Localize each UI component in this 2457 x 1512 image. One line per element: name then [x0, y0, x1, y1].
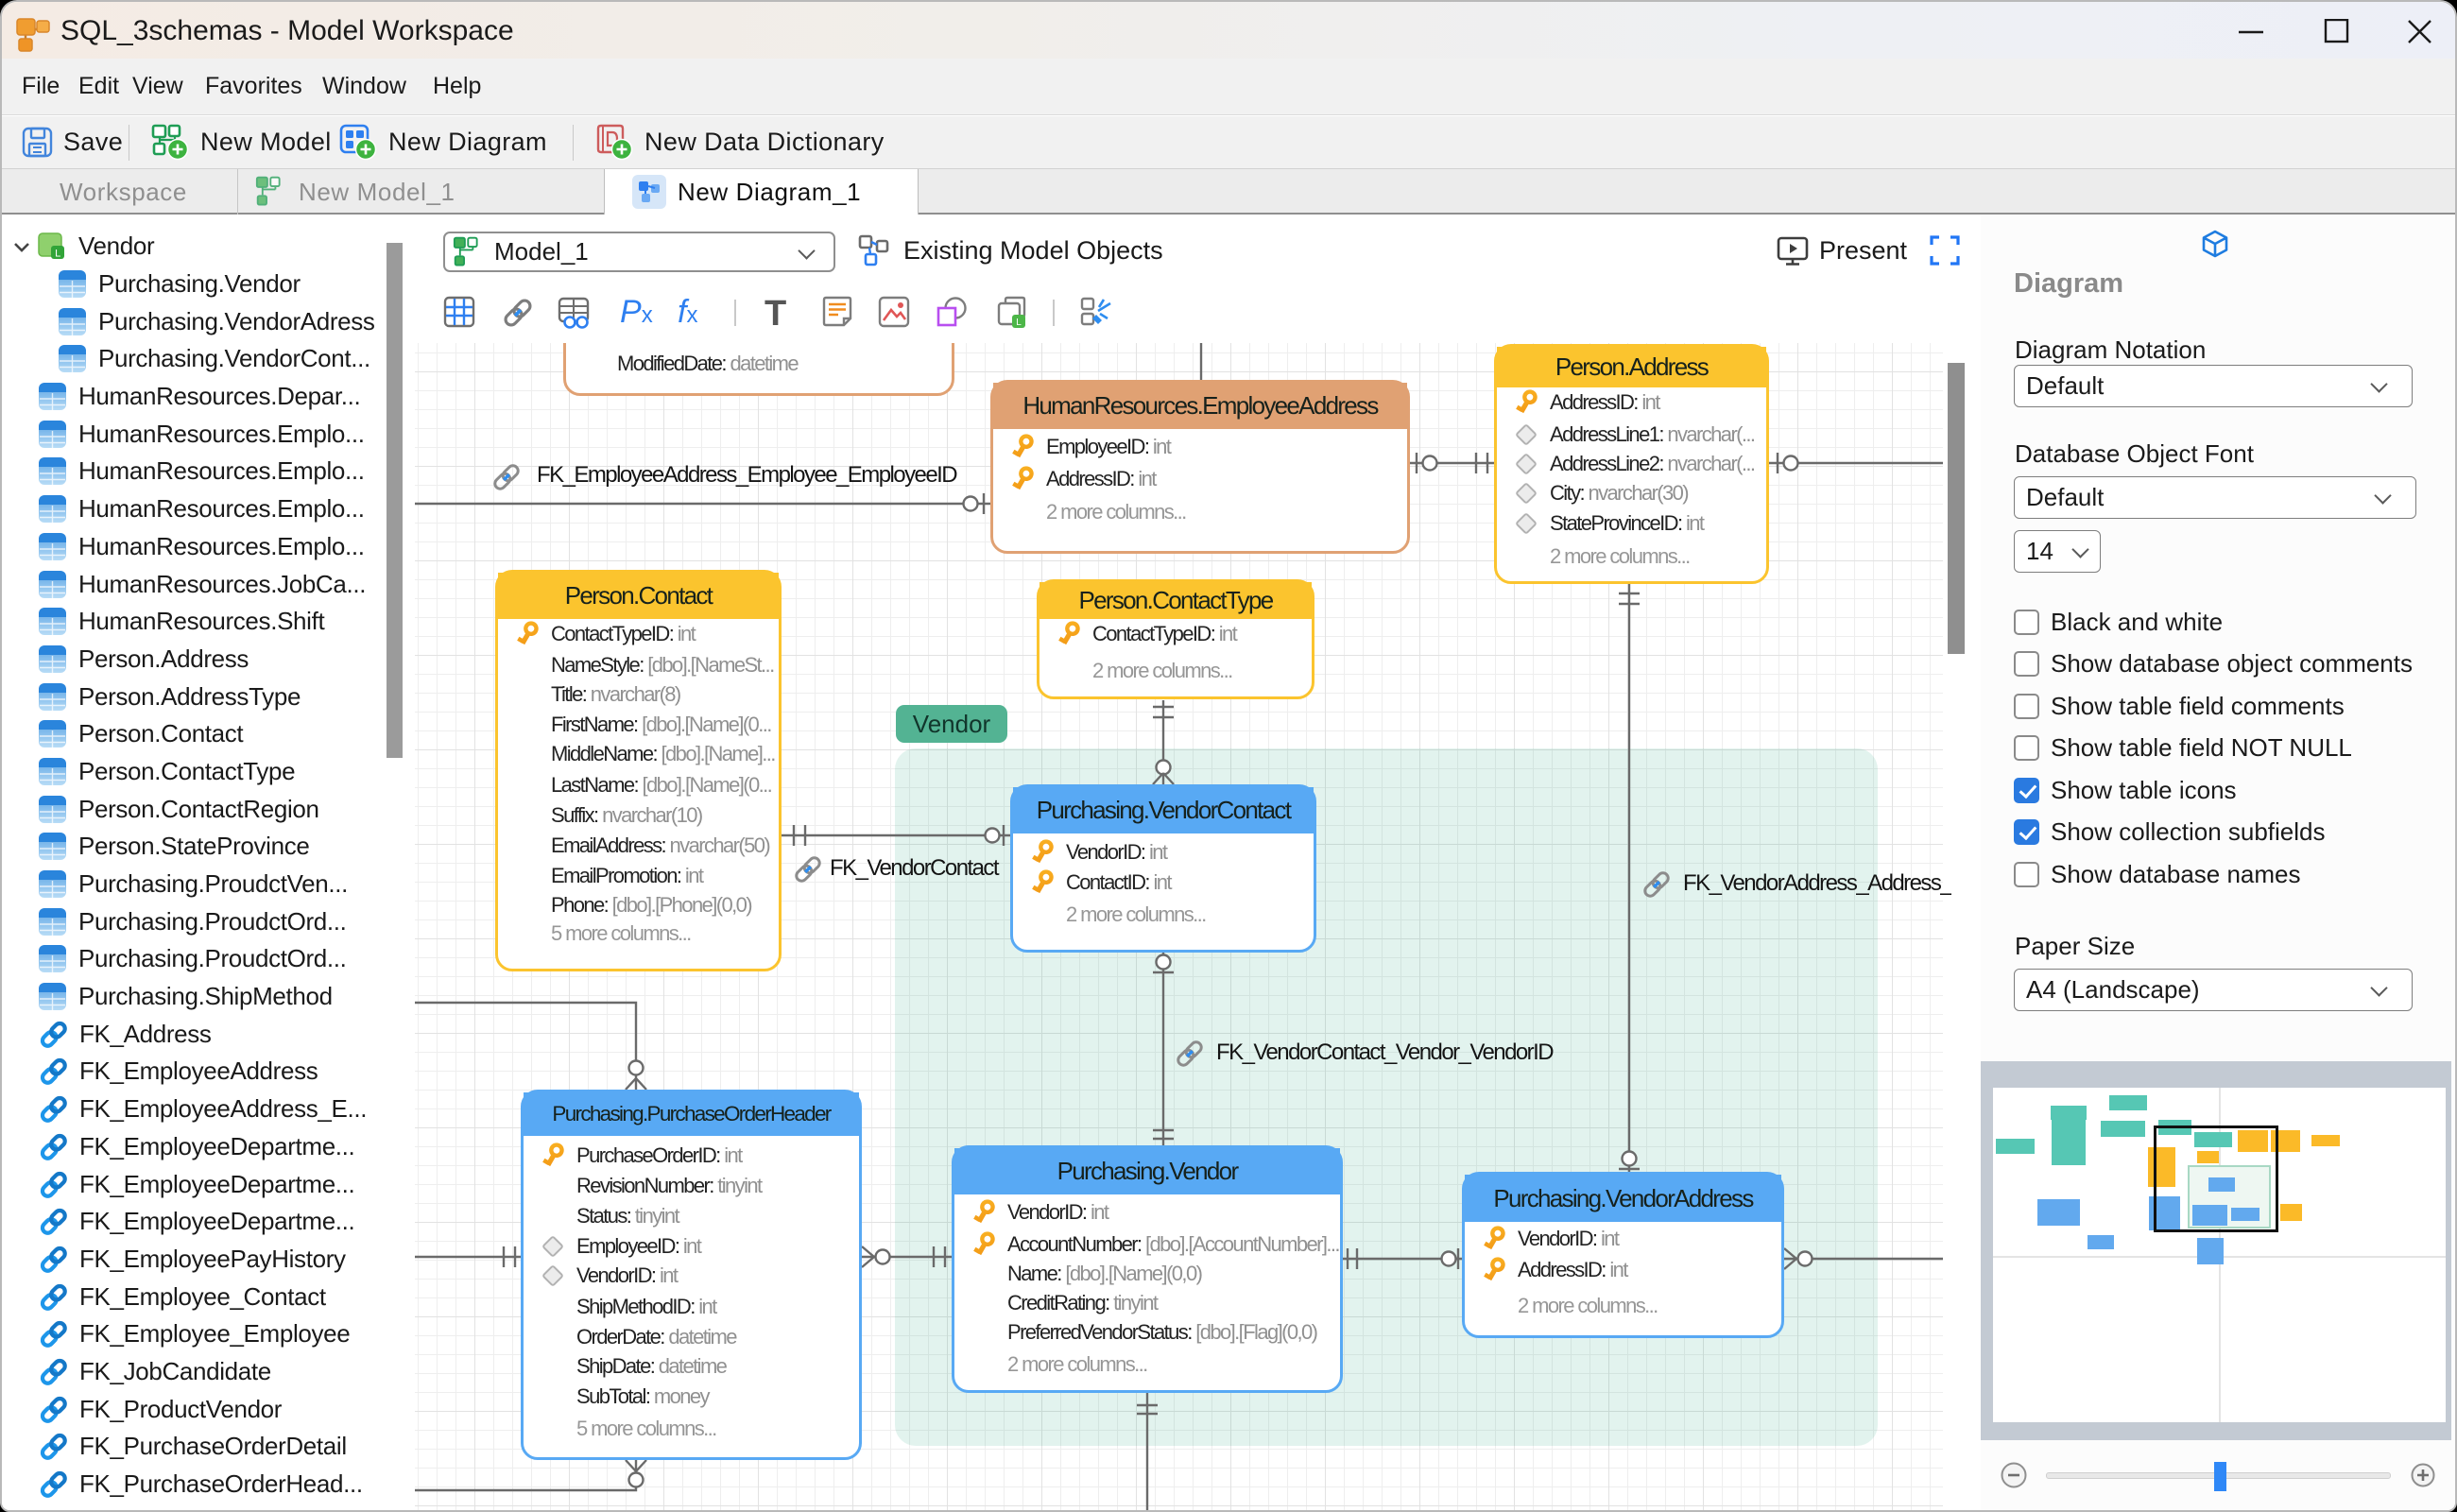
- svg-text:L: L: [1016, 318, 1022, 328]
